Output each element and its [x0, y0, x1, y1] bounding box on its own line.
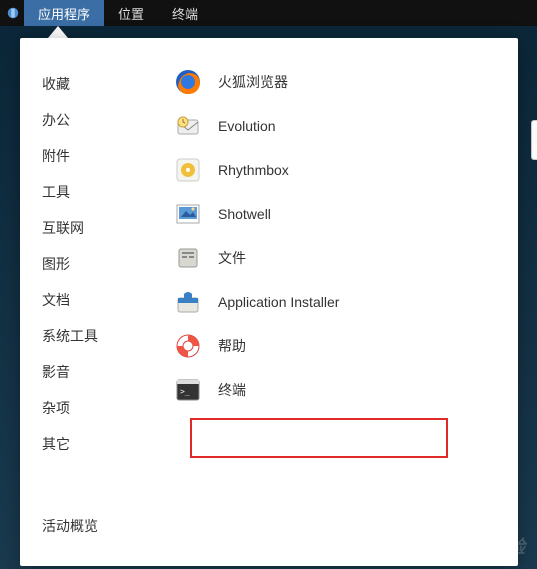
app-label: 终端: [218, 380, 246, 400]
activities-overview-link[interactable]: 活动概览: [42, 508, 160, 544]
topbar-terminal[interactable]: 终端: [158, 0, 212, 26]
topbar-item-label: 终端: [172, 4, 198, 23]
installer-icon: [174, 288, 202, 316]
app-evolution[interactable]: Evolution: [160, 104, 518, 148]
app-rhythmbox[interactable]: Rhythmbox: [160, 148, 518, 192]
system-logo-icon: [6, 6, 20, 20]
category-system[interactable]: 系统工具: [42, 318, 160, 354]
top-panel: 应用程序 位置 终端: [0, 0, 537, 26]
app-help[interactable]: 帮助: [160, 324, 518, 368]
application-list: 火狐浏览器 Evolution Rhythmbox Shotwell 文件: [160, 38, 518, 566]
evolution-icon: [174, 112, 202, 140]
topbar-item-label: 位置: [118, 4, 144, 23]
topbar-item-label: 应用程序: [38, 4, 90, 23]
app-label: 文件: [218, 248, 246, 268]
category-graphics[interactable]: 图形: [42, 246, 160, 282]
app-terminal[interactable]: >_ 终端: [160, 368, 518, 412]
app-files[interactable]: 文件: [160, 236, 518, 280]
category-tools[interactable]: 工具: [42, 174, 160, 210]
terminal-icon: >_: [174, 376, 202, 404]
category-office[interactable]: 办公: [42, 102, 160, 138]
watermark-text: Baidu经验: [439, 533, 525, 559]
app-label: Rhythmbox: [218, 162, 289, 178]
category-favorites[interactable]: 收藏: [42, 66, 160, 102]
app-installer[interactable]: Application Installer: [160, 280, 518, 324]
shotwell-icon: [174, 200, 202, 228]
topbar-places[interactable]: 位置: [104, 0, 158, 26]
category-internet[interactable]: 互联网: [42, 210, 160, 246]
firefox-icon: [174, 68, 202, 96]
category-documentation[interactable]: 文档: [42, 282, 160, 318]
files-icon: [174, 244, 202, 272]
app-label: 火狐浏览器: [218, 72, 288, 92]
app-firefox[interactable]: 火狐浏览器: [160, 60, 518, 104]
svg-text:>_: >_: [180, 387, 190, 396]
app-label: Evolution: [218, 118, 276, 134]
category-misc[interactable]: 杂项: [42, 390, 160, 426]
help-icon: [174, 332, 202, 360]
app-label: Application Installer: [218, 294, 339, 310]
category-accessories[interactable]: 附件: [42, 138, 160, 174]
category-list: 收藏 办公 附件 工具 互联网 图形 文档 系统工具 影音 杂项 其它 活动概览: [20, 38, 160, 566]
background-ui-fragment: [531, 120, 537, 160]
category-other[interactable]: 其它: [42, 426, 160, 462]
category-multimedia[interactable]: 影音: [42, 354, 160, 390]
app-shotwell[interactable]: Shotwell: [160, 192, 518, 236]
app-label: Shotwell: [218, 206, 271, 222]
topbar-applications[interactable]: 应用程序: [24, 0, 104, 26]
applications-menu: 收藏 办公 附件 工具 互联网 图形 文档 系统工具 影音 杂项 其它 活动概览…: [20, 38, 518, 566]
rhythmbox-icon: [174, 156, 202, 184]
app-label: 帮助: [218, 336, 246, 356]
